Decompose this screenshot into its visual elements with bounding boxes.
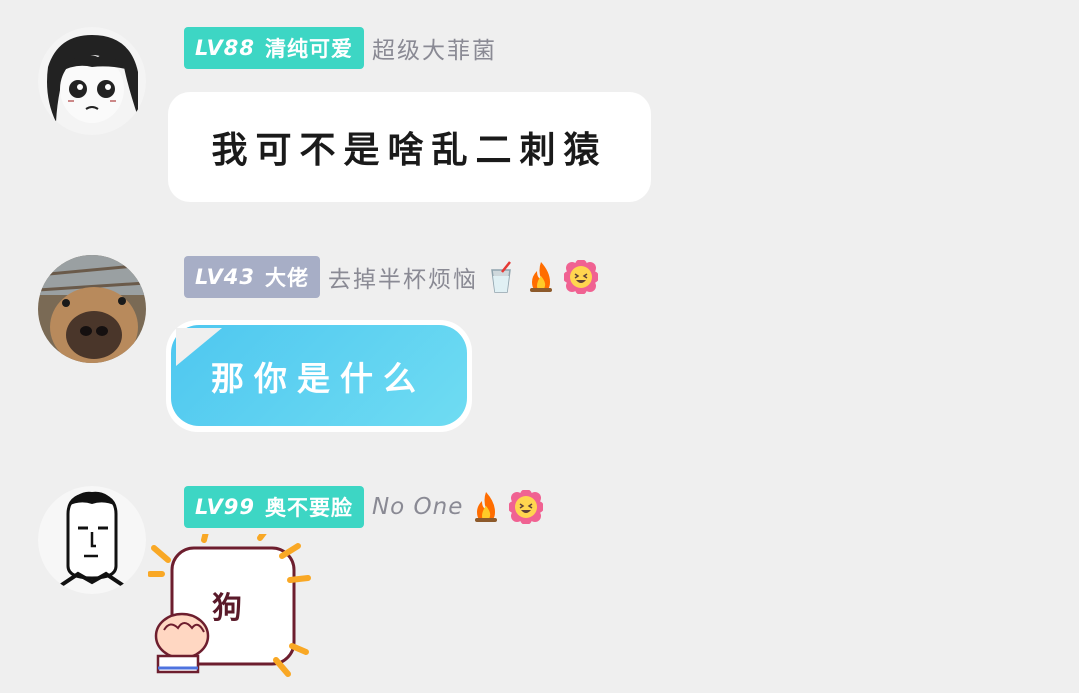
bubble-body: 那你是什么 (171, 325, 467, 426)
avatar[interactable] (38, 486, 146, 594)
sticker-text: 狗 (212, 591, 242, 626)
cup-icon (491, 261, 511, 293)
flower-smile-icon (509, 490, 544, 524)
user-tagline: 去掉半杯烦恼 (328, 260, 598, 294)
user-badge[interactable]: LV99 奥不要脸 (184, 486, 364, 528)
user-badge[interactable]: LV43 大佬 (184, 256, 320, 298)
message-text: 那你是什么 (211, 358, 426, 398)
cartoon-man-avatar-icon (38, 486, 146, 594)
tagline-text: 去掉半杯烦恼 (327, 267, 478, 293)
level-label: LV88 (195, 36, 255, 60)
fire-icon (475, 492, 498, 522)
avatar[interactable] (38, 255, 146, 363)
message-text: 我可不是啥乱二刺猿 (211, 130, 608, 171)
user-badge[interactable]: LV88 清纯可爱 (184, 27, 364, 69)
message-bubble[interactable]: 那你是什么 (166, 320, 472, 432)
user-tagline: No One (371, 490, 544, 524)
tagline-text: No One (371, 494, 464, 520)
user-tagline: 超级大菲菌 (371, 38, 497, 64)
nickname: 大佬 (264, 266, 309, 290)
message-header: LV99 奥不要脸 No One (184, 486, 544, 528)
dog-photo-avatar-icon (38, 255, 146, 363)
nickname: 奥不要脸 (264, 496, 353, 520)
avatar[interactable] (38, 27, 146, 135)
fire-icon (529, 262, 552, 292)
message-bubble[interactable]: 我可不是啥乱二刺猿 (168, 92, 651, 202)
message-header: LV88 清纯可爱 超级大菲菌 (184, 27, 497, 69)
level-label: LV43 (195, 265, 255, 289)
message-header: LV43 大佬 去掉半杯烦恼 (184, 256, 598, 298)
flower-smile-icon (563, 260, 598, 294)
nickname: 清纯可爱 (264, 37, 353, 61)
anime-girl-avatar-icon (38, 27, 146, 135)
level-label: LV99 (195, 495, 255, 519)
